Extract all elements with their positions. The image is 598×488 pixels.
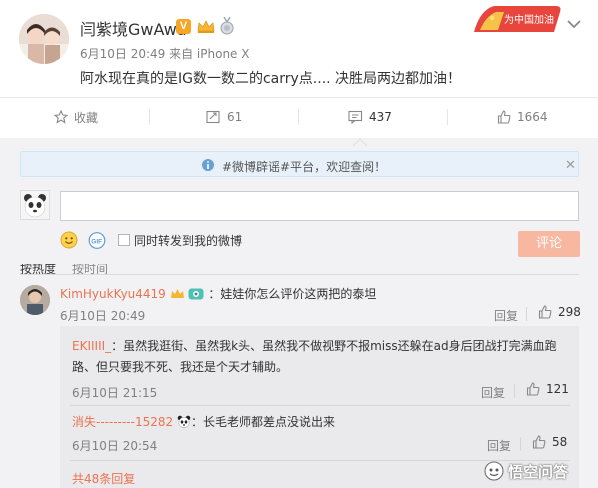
like-icon xyxy=(526,382,540,396)
bookmark-icon xyxy=(54,110,68,124)
verified-badge[interactable]: V xyxy=(176,19,191,34)
author-avatar[interactable] xyxy=(19,14,69,64)
favorite-label: 收藏 xyxy=(74,110,99,125)
divider xyxy=(70,405,570,406)
repost-checkbox[interactable] xyxy=(118,234,130,246)
like-count: 1664 xyxy=(517,110,548,124)
reply-1-like-count: 121 xyxy=(546,382,569,396)
post-meta: 6月10日 20:49 来自 iPhone X xyxy=(80,47,250,61)
reply-1-user[interactable]: EKIIIII_ xyxy=(72,339,111,353)
member-crown-icon[interactable] xyxy=(196,18,216,34)
commenter-level-icon[interactable] xyxy=(188,288,204,303)
comment-like-count: 298 xyxy=(558,305,581,319)
reply-2-text: ：长毛老师都差点没说出来 xyxy=(190,415,335,429)
watermark-logo-icon xyxy=(484,461,504,481)
repost-checkbox-label[interactable]: 同时转发到我的微博 xyxy=(134,232,242,249)
comment-input[interactable] xyxy=(60,191,579,221)
active-pointer xyxy=(352,131,368,147)
view-all-replies-link[interactable]: 共48条回复 xyxy=(72,470,135,487)
like-icon xyxy=(538,305,552,319)
favorite-button[interactable]: 收藏 xyxy=(54,98,98,136)
reply-2-like-button[interactable]: 58 xyxy=(532,435,567,449)
corner-banner-label: 为中国加油 xyxy=(504,13,554,26)
info-icon xyxy=(201,157,215,171)
reply-2-like-count: 58 xyxy=(552,435,568,449)
comment-icon xyxy=(348,110,363,124)
post-text: 阿水现在真的是IG数一数二的carry点.... 决胜局两边都加油！ xyxy=(80,71,462,87)
comment-text: ：娃娃你怎么评价这两把的泰坦 xyxy=(208,287,377,301)
notice-text[interactable]: #微博辟谣#平台，欢迎查阅！ xyxy=(222,158,386,175)
medal-icon[interactable] xyxy=(220,16,234,35)
watermark-text: 悟空问答 xyxy=(508,463,569,481)
reply-1: EKIIIII_：虽然我逛街、虽然我k头、虽然我不做视野不报miss还躲在ad身… xyxy=(72,336,572,378)
corner-banner: 为中国加油 xyxy=(470,2,562,36)
repost-button[interactable]: 61 xyxy=(206,98,242,136)
reply-1-text: ：虽然我逛街、虽然我k头、虽然我不做视野不报miss还躲在ad身后团战打完满血跑… xyxy=(72,339,557,374)
commenter-crown-icon[interactable] xyxy=(170,288,185,303)
chevron-down-icon[interactable] xyxy=(566,16,582,30)
author-name[interactable]: 闫紫境GwAwa xyxy=(80,16,187,40)
action-bar: 收藏 61 437 1664 xyxy=(0,97,598,135)
commenter-avatar[interactable] xyxy=(20,285,50,315)
gif-icon[interactable]: GIF xyxy=(88,232,106,249)
reply-1-like-button[interactable]: 121 xyxy=(526,382,569,396)
commenter-name[interactable]: KimHyukKyu4419 xyxy=(60,287,166,301)
my-avatar xyxy=(20,190,50,220)
reply-2-reply-button[interactable]: 回复 xyxy=(487,437,511,454)
comment-like-button[interactable]: 298 xyxy=(538,305,581,319)
close-icon[interactable]: ✕ xyxy=(565,158,576,173)
comment-reply-button[interactable]: 回复 xyxy=(494,307,518,324)
like-icon xyxy=(532,435,546,449)
reply-2-time: 6月10日 20:54 xyxy=(72,439,158,453)
reply-2: 消失---------15282 ：长毛老师都差点没说出来 xyxy=(72,413,335,431)
repost-count: 61 xyxy=(227,110,243,124)
like-button[interactable]: 1664 xyxy=(497,98,548,136)
reply-1-time: 6月10日 21:15 xyxy=(72,386,158,400)
reply-1-reply-button[interactable]: 回复 xyxy=(481,384,505,401)
like-icon xyxy=(497,110,511,124)
divider xyxy=(20,274,579,275)
submit-comment-button[interactable]: 评论 xyxy=(518,231,580,257)
comment-count: 437 xyxy=(369,110,392,124)
svg-text:GIF: GIF xyxy=(91,239,102,246)
repost-icon xyxy=(206,110,220,124)
panda-emoji-icon xyxy=(177,415,191,431)
comment-time: 6月10日 20:49 xyxy=(60,309,146,323)
reply-2-user[interactable]: 消失---------15282 xyxy=(72,415,173,429)
emoji-icon[interactable] xyxy=(60,231,78,249)
comment-line: KimHyukKyu4419 ：娃娃你怎么评价这两把的泰坦 xyxy=(60,285,376,303)
